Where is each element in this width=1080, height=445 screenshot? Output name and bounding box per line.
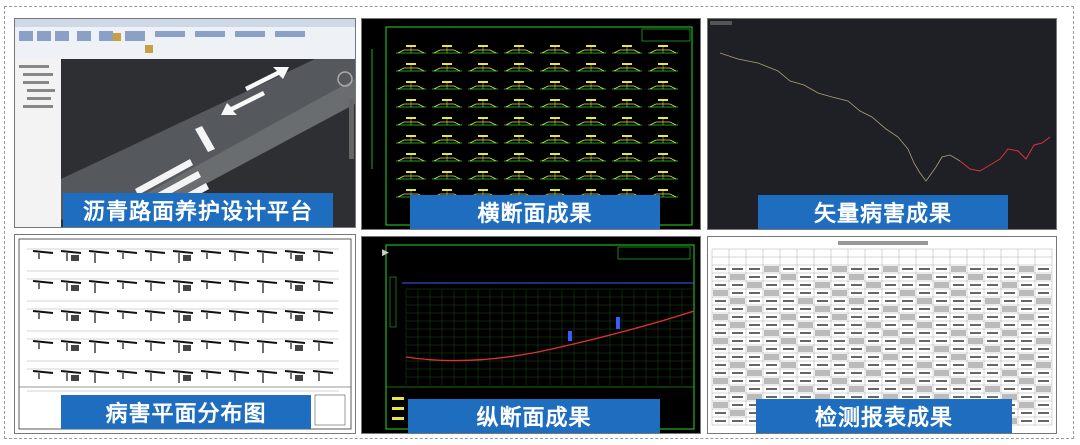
cross-section-panel: 横断面成果 — [361, 18, 701, 230]
panel-label-vector-distress: 矢量病害成果 — [758, 195, 1008, 229]
panel-label-distress-plan: 病害平面分布图 — [61, 395, 311, 429]
panel-label-longitudinal-profile: 纵断面成果 — [408, 399, 660, 433]
vector-distress-panel: 矢量病害成果 — [707, 18, 1057, 230]
distress-plan-panel: 病害平面分布图 — [14, 234, 356, 434]
platform-screenshot-panel: 沥青路面养护设计平台 — [14, 18, 356, 228]
panel-label-report-table: 检测报表成果 — [756, 399, 1012, 433]
svg-text:▶: ▶ — [382, 248, 389, 258]
longitudinal-profile-panel: ▶ 纵断面成果 — [361, 236, 701, 434]
panel-label-platform: 沥青路面养护设计平台 — [63, 193, 333, 227]
report-table-panel: 检测报表成果 — [707, 236, 1057, 434]
panel-label-cross-section: 横断面成果 — [410, 195, 660, 229]
